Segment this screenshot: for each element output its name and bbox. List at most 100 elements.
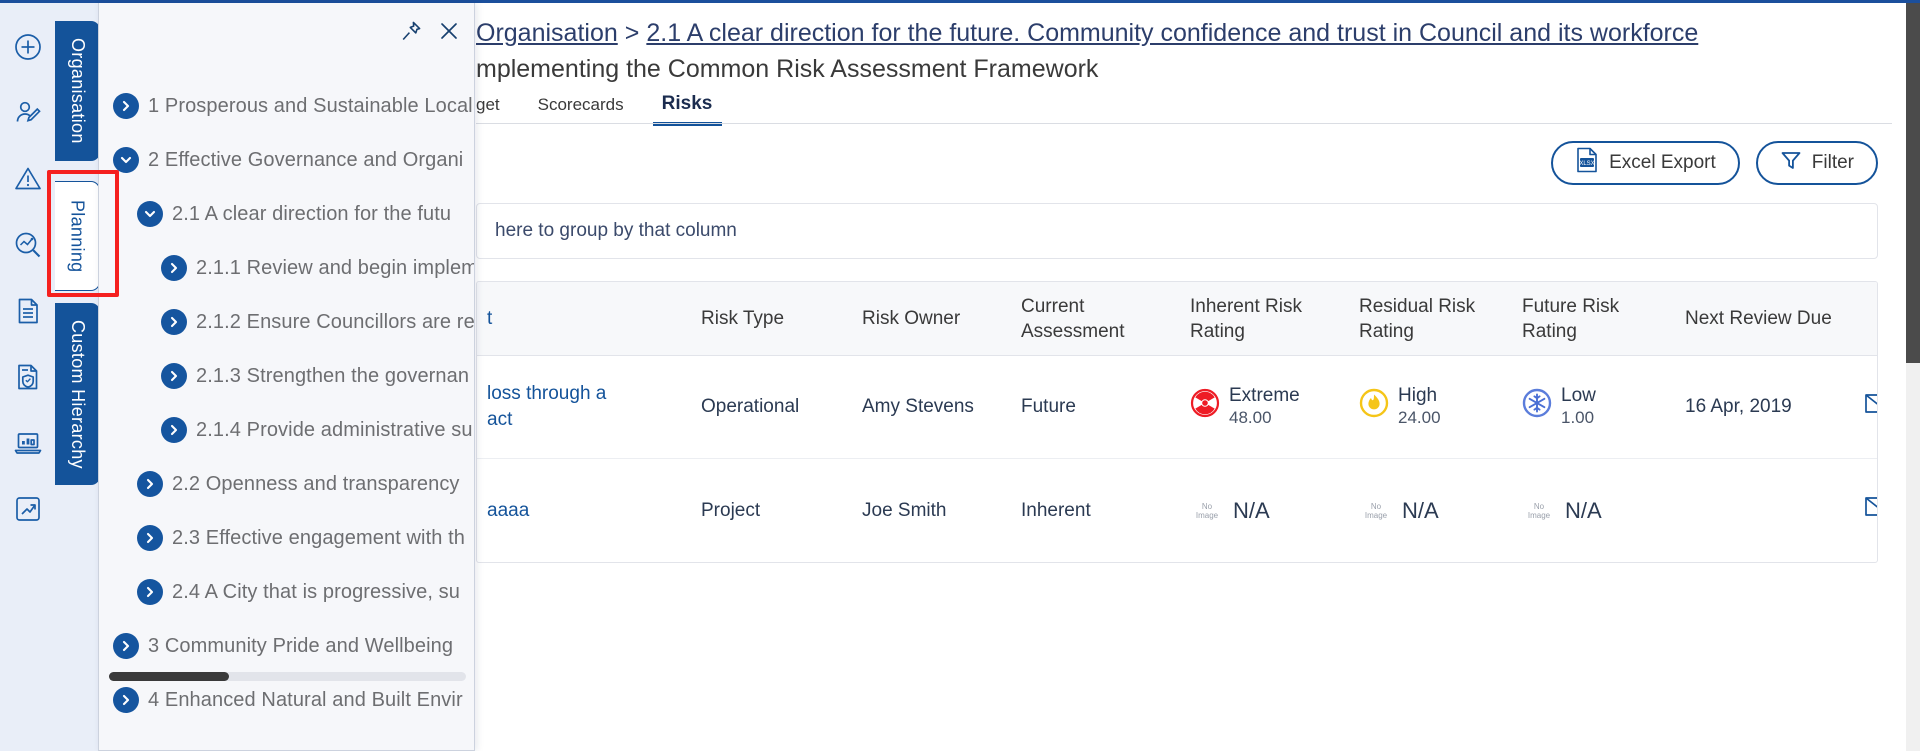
document-lines-icon[interactable] [6, 289, 50, 333]
cell-risk-name[interactable]: aaaa [477, 498, 691, 524]
no-image-line2: Image [1527, 510, 1551, 520]
col-header-risk-owner[interactable]: Risk Owner [852, 306, 1011, 331]
tree-body[interactable]: 1 Prosperous and Sustainable Local 2 Eff… [99, 55, 474, 715]
breadcrumb-root-link[interactable]: Organisation [476, 19, 618, 47]
cell-risk-type: Operational [701, 396, 800, 417]
col-header-future-risk-rating[interactable]: Future Risk Rating [1512, 294, 1675, 344]
col-header-current-assessment[interactable]: Current Assessment [1011, 294, 1180, 344]
vtab-organisation-label: Organisation [68, 38, 88, 144]
tree-item[interactable]: 2 Effective Governance and Organi [99, 133, 474, 187]
excel-export-label: Excel Export [1609, 152, 1716, 173]
table-row[interactable]: loss through a act Operational Amy Steve… [477, 356, 1877, 459]
tree-item[interactable]: 2.1.3 Strengthen the governan [99, 349, 474, 403]
excel-export-button[interactable]: XLSX Excel Export [1551, 141, 1740, 185]
chevron-right-icon[interactable] [113, 633, 139, 659]
cell-risk-name[interactable]: loss through a act [477, 381, 691, 433]
snowflake-icon [1522, 388, 1552, 426]
future-rating-label: Low [1561, 385, 1596, 406]
no-image-line1: No [1201, 501, 1213, 511]
tree-horizontal-scrollbar[interactable] [109, 672, 466, 681]
funnel-icon [1780, 149, 1802, 177]
vtab-planning-label: Planning [67, 199, 88, 273]
breadcrumb-current-link[interactable]: 2.1 A clear direction for the future. Co… [646, 19, 1698, 47]
chevron-right-icon[interactable] [113, 93, 139, 119]
tree-item[interactable]: 2.4 A City that is progressive, su [99, 565, 474, 619]
no-image-line1: No [1370, 501, 1382, 511]
tree-scrollbar-thumb[interactable] [109, 672, 229, 681]
breadcrumb-line: Organisation >2.1 A clear direction for t… [476, 15, 1896, 51]
breadcrumb-separator: > [624, 19, 640, 47]
cell-next-review-due: 16 Apr, 2019 [1685, 396, 1792, 417]
page-scrollbar-thumb[interactable] [1906, 3, 1920, 363]
tree-item-label: 2.1.2 Ensure Councillors are re [196, 310, 474, 333]
chevron-right-icon[interactable] [161, 417, 187, 443]
chevron-right-icon[interactable] [113, 687, 139, 713]
col-header-residual-risk-rating[interactable]: Residual Risk Rating [1349, 294, 1512, 344]
risks-grid: t Risk Type Risk Owner Current Assessmen… [476, 281, 1878, 563]
grid-header-row: t Risk Type Risk Owner Current Assessmen… [477, 282, 1877, 356]
col-header-risk-type[interactable]: Risk Type [691, 306, 852, 331]
cell-risk-owner: Joe Smith [862, 499, 947, 521]
tree-item-label: 4 Enhanced Natural and Built Envir [148, 688, 463, 711]
trend-up-icon[interactable] [6, 487, 50, 531]
group-by-panel[interactable]: here to group by that column [476, 203, 1878, 259]
col-header-inherent-risk-rating[interactable]: Inherent Risk Rating [1180, 294, 1349, 344]
envelope-icon[interactable] [1865, 497, 1877, 524]
cell-future-risk-rating: No Image N/A [1512, 498, 1675, 524]
chevron-down-icon[interactable] [137, 201, 163, 227]
table-row[interactable]: aaaa Project Joe Smith Inherent No Image… [477, 459, 1877, 562]
filter-button[interactable]: Filter [1755, 141, 1878, 185]
content-tabs: get Scorecards Risks [476, 87, 750, 126]
page-subtitle: mplementing the Common Risk Assessment F… [476, 55, 1099, 83]
pin-icon[interactable] [396, 16, 426, 46]
tree-item-label: 1 Prosperous and Sustainable Local [148, 94, 473, 117]
svg-text:XLSX: XLSX [1579, 161, 1594, 167]
residual-rating-value: 24.00 [1398, 408, 1441, 427]
no-image-line2: Image [1364, 510, 1388, 520]
tree-item[interactable]: 2.1.1 Review and begin implem [99, 241, 474, 295]
laptop-chart-icon[interactable] [6, 421, 50, 465]
tree-item[interactable]: 2.3 Effective engagement with th [99, 511, 474, 565]
tree-item[interactable]: 2.1 A clear direction for the futu [99, 187, 474, 241]
chevron-right-icon[interactable] [137, 525, 163, 551]
grid-toolbar: XLSX Excel Export Filter [1551, 141, 1878, 185]
envelope-icon[interactable] [1865, 393, 1877, 421]
tab-scorecards[interactable]: Scorecards [538, 95, 638, 123]
cell-future-risk-rating: Low 1.00 [1512, 385, 1675, 429]
xlsx-file-icon: XLSX [1575, 147, 1599, 179]
cell-inherent-risk-rating: Extreme 48.00 [1180, 385, 1349, 429]
tree-item[interactable]: 1 Prosperous and Sustainable Local [99, 79, 474, 133]
page-scrollbar[interactable] [1906, 3, 1920, 751]
flame-icon [1359, 388, 1389, 426]
add-circle-icon[interactable] [6, 25, 50, 69]
future-rating-value: 1.00 [1561, 408, 1595, 427]
future-rating-label: N/A [1565, 497, 1602, 523]
tree-item-label: 2.4 A City that is progressive, su [172, 580, 460, 603]
vtab-custom-hierarchy[interactable]: Custom Hierarchy [55, 303, 100, 485]
tree-item[interactable]: 2.2 Openness and transparency [99, 457, 474, 511]
analytics-search-icon[interactable] [6, 223, 50, 267]
radiation-icon [1190, 388, 1220, 426]
chevron-down-icon[interactable] [113, 147, 139, 173]
tree-item[interactable]: 2.1.2 Ensure Councillors are re [99, 295, 474, 349]
vtab-organisation[interactable]: Organisation [55, 21, 100, 161]
chevron-right-icon[interactable] [161, 255, 187, 281]
tree-item-label: 2.1.1 Review and begin implem [196, 256, 474, 279]
chevron-right-icon[interactable] [161, 363, 187, 389]
user-edit-icon[interactable] [6, 91, 50, 135]
vertical-tab-strip: Organisation Planning Custom Hierarchy [55, 3, 100, 751]
document-shield-icon[interactable] [6, 355, 50, 399]
warning-triangle-icon[interactable] [6, 157, 50, 201]
col-header-name[interactable]: t [477, 306, 691, 331]
close-icon[interactable] [434, 16, 464, 46]
tab-target[interactable]: get [476, 95, 514, 123]
chevron-right-icon[interactable] [137, 471, 163, 497]
tab-risks[interactable]: Risks [652, 93, 727, 126]
tree-item[interactable]: 3 Community Pride and Wellbeing [99, 619, 474, 673]
vtab-planning[interactable]: Planning [55, 181, 100, 291]
no-image-line2: Image [1195, 510, 1219, 520]
tree-item[interactable]: 2.1.4 Provide administrative su [99, 403, 474, 457]
col-header-next-review-due[interactable]: Next Review Due [1675, 306, 1855, 331]
chevron-right-icon[interactable] [161, 309, 187, 335]
chevron-right-icon[interactable] [137, 579, 163, 605]
